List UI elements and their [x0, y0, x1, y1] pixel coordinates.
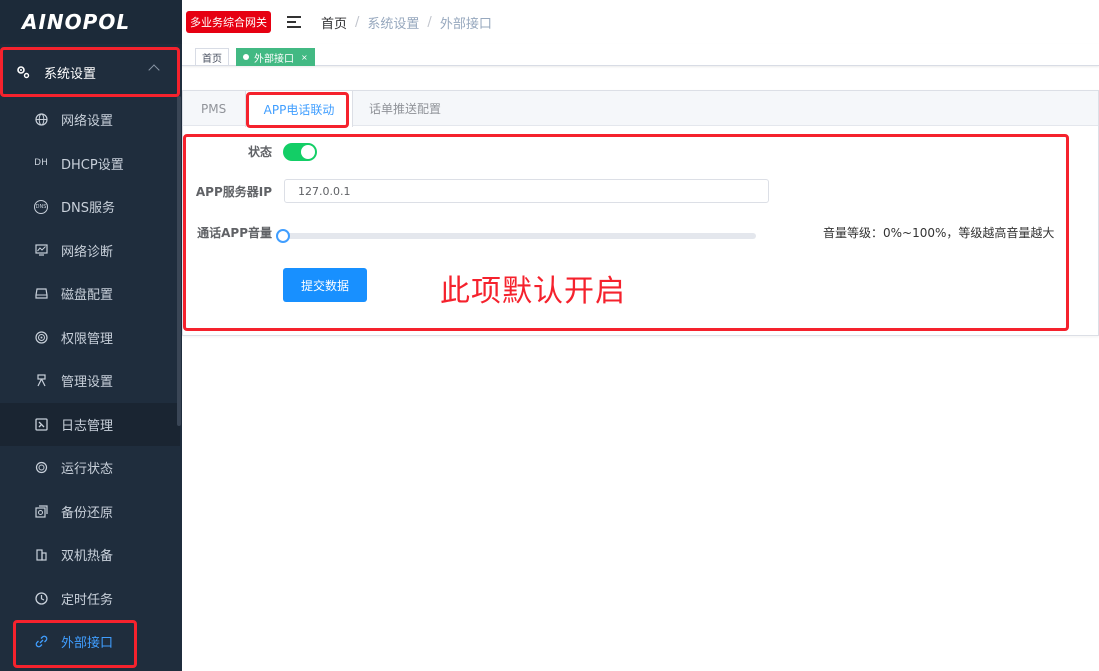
- tab-cdr-push-config[interactable]: 话单推送配置: [369, 91, 441, 126]
- sidebar-item-label: 定时任务: [61, 592, 114, 608]
- dhcp-icon: DH: [34, 158, 48, 169]
- link-icon: [34, 635, 48, 649]
- chevron-up-icon: [148, 64, 160, 76]
- sidebar-item-external-interface[interactable]: 外部接口: [0, 620, 180, 664]
- gears-icon: [16, 65, 30, 79]
- close-icon[interactable]: ×: [301, 53, 308, 62]
- sidebar-item-label: 备份还原: [61, 505, 114, 521]
- sidebar-item-network[interactable]: 网络设置: [0, 98, 180, 142]
- menu-system-settings[interactable]: 系统设置: [0, 48, 180, 96]
- monitor-chart-icon: [34, 243, 48, 257]
- server-ip-input[interactable]: 127.0.0.1: [284, 179, 769, 203]
- breadcrumb: 首页 / 系统设置 / 外部接口: [321, 13, 492, 32]
- breadcrumb-separator: /: [427, 14, 432, 30]
- sidebar-item-label: 外部接口: [61, 636, 114, 652]
- hot-standby-icon: [34, 548, 48, 562]
- globe-icon: [34, 113, 48, 127]
- menu-system-settings-label: 系统设置: [44, 66, 97, 82]
- status-switch[interactable]: [283, 143, 317, 161]
- sidebar-item-log[interactable]: 日志管理: [0, 402, 180, 446]
- active-dot-icon: [243, 54, 249, 60]
- tag-home-label: 首页: [202, 53, 222, 65]
- switch-knob: [301, 145, 315, 159]
- status-label: 状态: [247, 145, 272, 159]
- sidebar-item-backup[interactable]: 备份还原: [0, 490, 180, 534]
- breadcrumb-system-settings: 系统设置: [367, 16, 420, 32]
- sidebar-item-label: DHCP设置: [61, 157, 124, 173]
- tags-view: 首页 外部接口 ×: [182, 44, 1099, 66]
- brand-badge: 多业务综合网关: [186, 11, 271, 33]
- submit-button[interactable]: 提交数据: [283, 268, 367, 302]
- sidebar-item-status[interactable]: 运行状态: [0, 446, 180, 490]
- sidebar-item-label: 双机热备: [61, 549, 114, 565]
- top-header: 多业务综合网关 首页 / 系统设置 / 外部接口: [182, 0, 1099, 44]
- sidebar: AINOPOL 系统设置 网络设置 DH DHCP设置 DNS DNS服务 网络…: [0, 0, 182, 671]
- sidebar-item-disk[interactable]: 磁盘配置: [0, 272, 180, 316]
- hamburger-icon[interactable]: [287, 16, 303, 28]
- sidebar-item-label: 运行状态: [61, 462, 114, 478]
- sidebar-item-label: 网络设置: [61, 114, 114, 130]
- logo-text: AINOPOL: [22, 10, 131, 34]
- submenu: 网络设置 DH DHCP设置 DNS DNS服务 网络诊断 磁盘配置 权限管理 …: [0, 98, 180, 664]
- dns-icon: DNS: [34, 199, 48, 214]
- volume-slider-knob[interactable]: [276, 229, 290, 243]
- sidebar-item-label: 权限管理: [61, 331, 114, 347]
- tag-current-label: 外部接口: [254, 53, 294, 65]
- tabs-header: PMS APP电话联动 话单推送配置: [183, 91, 1098, 127]
- sidebar-item-label: DNS服务: [61, 201, 115, 217]
- sidebar-item-label: 网络诊断: [61, 244, 114, 260]
- volume-label: 通话APP音量: [197, 226, 272, 240]
- sidebar-item-permission[interactable]: 权限管理: [0, 316, 180, 360]
- sidebar-item-schedule[interactable]: 定时任务: [0, 577, 180, 621]
- target-icon: [34, 330, 48, 344]
- sidebar-item-dns[interactable]: DNS DNS服务: [0, 185, 180, 229]
- log-icon: [34, 417, 48, 431]
- annotation-text: 此项默认开启: [440, 274, 626, 309]
- server-ip-label: APP服务器IP: [195, 185, 272, 199]
- breadcrumb-external-interface: 外部接口: [439, 16, 492, 32]
- sidebar-item-label: 管理设置: [61, 375, 114, 391]
- tag-external-interface[interactable]: 外部接口 ×: [236, 48, 315, 66]
- sidebar-item-management[interactable]: 管理设置: [0, 359, 180, 403]
- tag-home[interactable]: 首页: [195, 48, 229, 66]
- tripod-icon: [34, 374, 48, 388]
- volume-slider-track[interactable]: [283, 233, 756, 239]
- status-icon: [34, 461, 48, 475]
- breadcrumb-home[interactable]: 首页: [321, 13, 347, 32]
- tab-app-phone-link[interactable]: APP电话联动: [245, 91, 353, 127]
- breadcrumb-separator: /: [355, 14, 360, 30]
- clock-icon: [34, 591, 48, 605]
- logo: AINOPOL: [0, 0, 182, 44]
- sidebar-item-label: 磁盘配置: [61, 288, 114, 304]
- sidebar-item-diagnosis[interactable]: 网络诊断: [0, 229, 180, 273]
- tab-pms[interactable]: PMS: [201, 91, 226, 126]
- sidebar-item-label: 日志管理: [61, 418, 114, 434]
- sidebar-item-hot-standby[interactable]: 双机热备: [0, 533, 180, 577]
- volume-hint: 音量等级：0%~100%，等级越高音量越大: [823, 226, 1055, 240]
- disk-icon: [34, 287, 48, 301]
- backup-icon: [34, 504, 48, 518]
- sidebar-scrollbar[interactable]: [177, 96, 181, 426]
- sidebar-item-dhcp[interactable]: DH DHCP设置: [0, 142, 180, 186]
